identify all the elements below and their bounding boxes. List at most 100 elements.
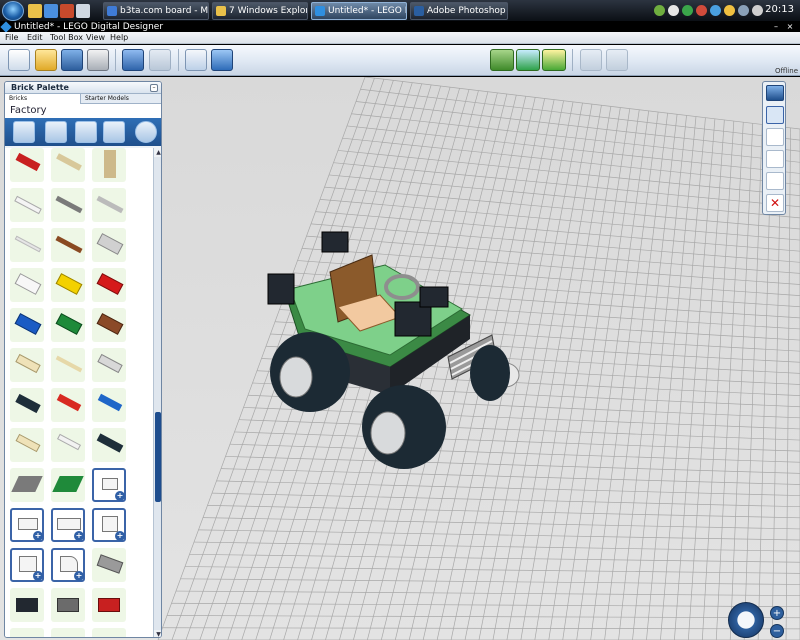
hinge-icon[interactable] [766,150,784,168]
brick-group-name: Factory [5,104,161,118]
brick-item[interactable] [10,148,44,182]
brick-item[interactable] [51,268,85,302]
brick-item[interactable] [10,188,44,222]
palette-collapse-button[interactable]: – [150,84,158,92]
tray-icon[interactable] [654,5,665,16]
select-pointer-icon[interactable] [766,106,784,124]
menu-view[interactable]: View [86,32,105,44]
brick-item[interactable] [10,268,44,302]
brick-item[interactable] [92,428,126,462]
menu-file[interactable]: File [5,32,18,44]
delete-icon[interactable]: ✕ [766,194,784,212]
toolbox-collapse-icon[interactable] [766,85,784,101]
tray-icon[interactable] [668,5,679,16]
brick-item[interactable] [51,228,85,262]
tray-icon[interactable] [738,5,749,16]
task-lego-digital-designer[interactable]: Untitled* - LEGO Di... [311,2,407,20]
camera-rotate-control[interactable] [728,602,764,638]
brick-item[interactable] [10,628,44,637]
tray-icon[interactable] [710,5,721,16]
brick-item[interactable] [51,388,85,422]
brick-item[interactable] [10,428,44,462]
scroll-up-arrow[interactable]: ▲ [154,148,161,157]
brick-item[interactable] [92,548,126,582]
undo-icon[interactable] [122,49,144,71]
filter-bricks-icon[interactable] [75,121,97,143]
palette-scrollbar[interactable]: ▲ ▼ [153,148,161,637]
clone-icon[interactable] [766,128,784,146]
brick-item[interactable] [92,228,126,262]
print-icon[interactable] [87,49,109,71]
new-file-icon[interactable] [8,49,30,71]
pointer-help-icon[interactable] [185,49,207,71]
brick-item[interactable] [92,628,126,637]
share-icon[interactable] [580,49,602,71]
menu-help[interactable]: Help [110,32,128,44]
brick-item[interactable] [92,388,126,422]
start-button[interactable] [2,1,24,21]
brick-help-icon[interactable] [211,49,233,71]
building-guide-icon[interactable] [542,49,566,71]
task-b3ta[interactable]: b3ta.com board - M... [103,2,209,20]
scroll-down-arrow[interactable]: ▼ [154,630,161,637]
tab-starter-models[interactable]: Starter Models [81,94,161,104]
menu-edit[interactable]: Edit [27,32,43,44]
desktop-icon[interactable] [76,4,90,18]
brick-item-selected[interactable]: + [51,548,85,582]
brick-item-selected[interactable]: + [51,508,85,542]
redo-icon[interactable] [149,49,171,71]
tray-icon[interactable] [696,5,707,16]
brick-item[interactable] [10,308,44,342]
folder-icon[interactable] [28,4,42,18]
brick-item[interactable] [51,468,85,502]
paint-bucket-icon[interactable] [766,172,784,190]
brick-item-selected[interactable]: + [92,468,126,502]
minimize-button[interactable]: – [770,22,782,32]
tray-icon[interactable] [724,5,735,16]
menu-tool-box[interactable]: Tool Box [50,32,83,44]
tray-icon[interactable] [682,5,693,16]
brick-item[interactable] [51,188,85,222]
open-folder-icon[interactable] [35,49,57,71]
brick-item[interactable] [51,588,85,622]
recolor-icon[interactable] [45,121,67,143]
brick-item[interactable] [92,588,126,622]
brick-item[interactable] [92,308,126,342]
brick-item[interactable] [92,268,126,302]
brick-item[interactable] [10,588,44,622]
task-photoshop[interactable]: Adobe Photoshop C... [410,2,508,20]
browser-icon[interactable] [44,4,58,18]
close-button[interactable]: × [784,22,796,32]
brick-item[interactable] [92,148,126,182]
build-mode-icon[interactable] [490,49,514,71]
add-brick-icon[interactable] [13,121,35,143]
upload-icon[interactable] [606,49,628,71]
tab-bricks[interactable]: Bricks [5,94,81,104]
paint-icon[interactable] [103,121,125,143]
brick-item[interactable] [51,148,85,182]
view-mode-icon[interactable] [516,49,540,71]
brick-item[interactable] [51,428,85,462]
scroll-thumb[interactable] [155,412,161,502]
brick-item-selected[interactable]: + [10,508,44,542]
brick-item[interactable] [51,628,85,637]
lego-icon [315,6,325,16]
brick-item[interactable] [10,388,44,422]
zoom-out-button[interactable]: − [770,624,784,638]
volume-icon[interactable] [752,5,763,16]
brick-item[interactable] [10,228,44,262]
task-windows-explorer[interactable]: 7 Windows Explorer [212,2,308,20]
brick-item[interactable] [10,348,44,382]
save-icon[interactable] [61,49,83,71]
browser-icon [107,6,117,16]
brick-item-selected[interactable]: + [10,548,44,582]
brick-item-selected[interactable]: + [92,508,126,542]
brick-item[interactable] [92,188,126,222]
app-icon[interactable] [60,4,74,18]
brick-item[interactable] [92,348,126,382]
brick-item[interactable] [51,308,85,342]
zoom-in-button[interactable]: + [770,606,784,620]
refresh-icon[interactable] [135,121,157,143]
brick-item[interactable] [10,468,44,502]
brick-item[interactable] [51,348,85,382]
